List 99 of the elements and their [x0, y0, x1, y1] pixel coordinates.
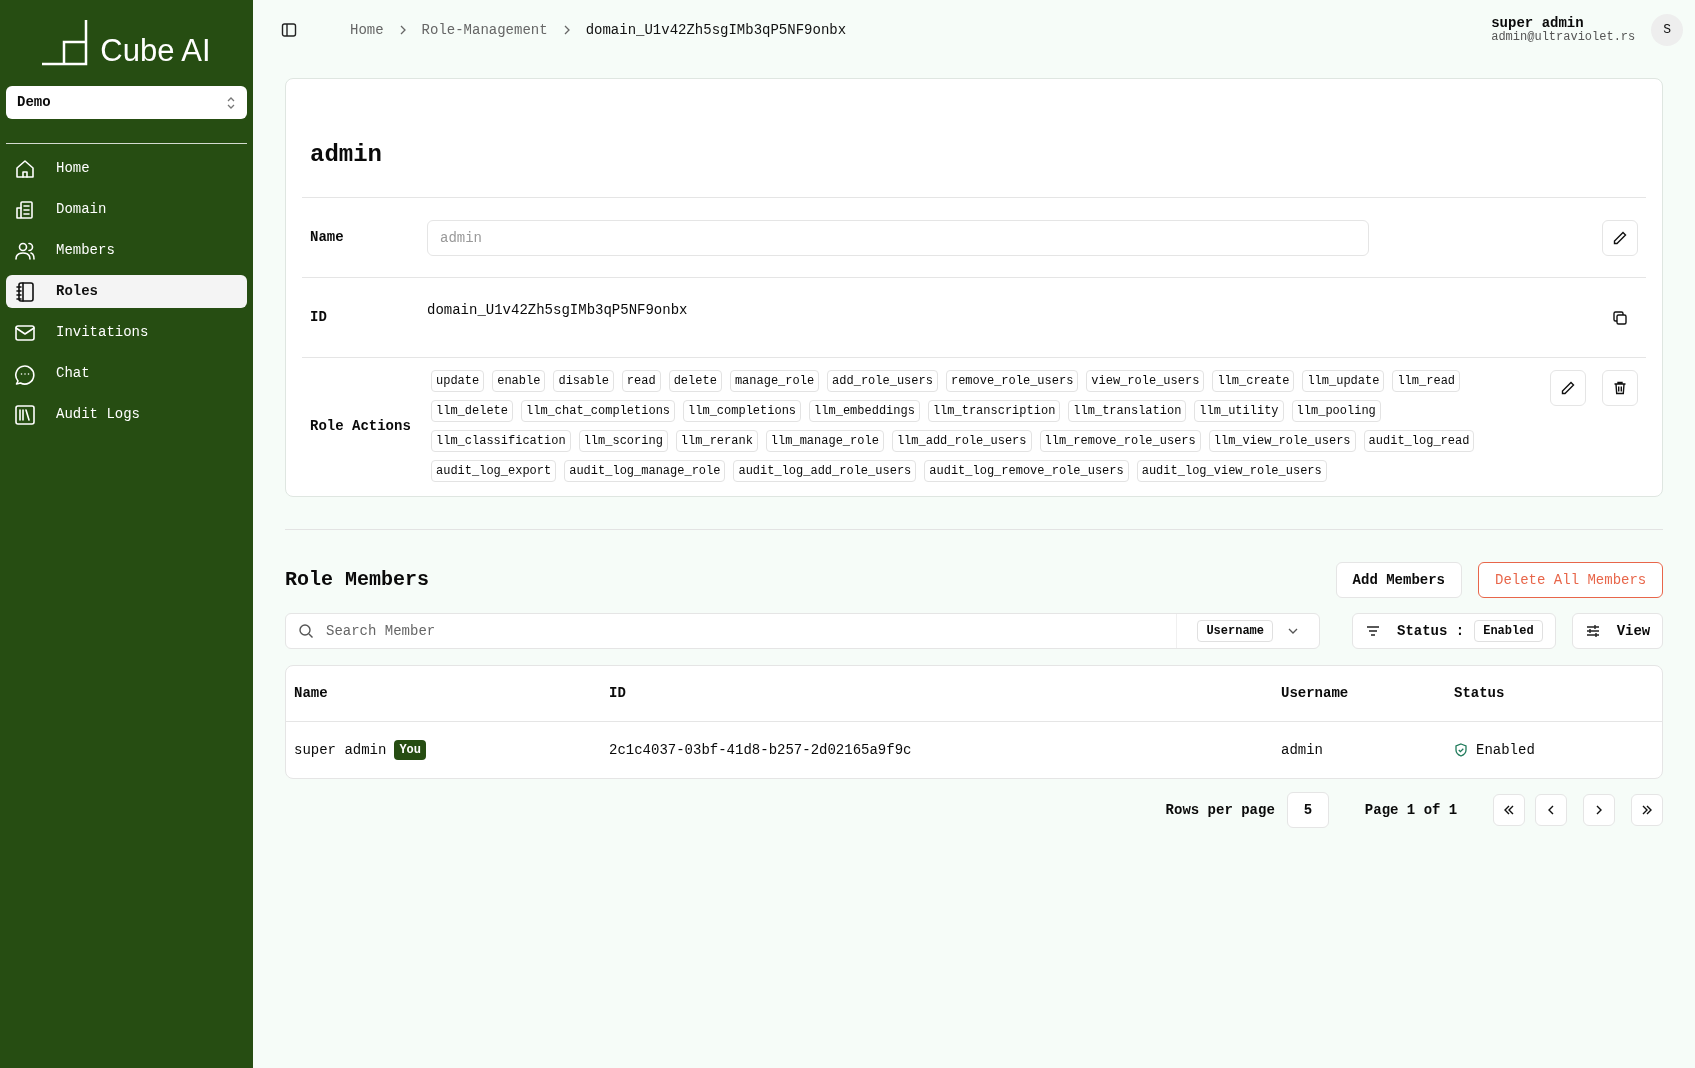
- notebook-icon: [14, 280, 36, 303]
- user-name: super admin: [1491, 16, 1584, 30]
- table-cell-text: admin: [1280, 740, 1324, 760]
- filter-by-value: Username: [1197, 620, 1273, 642]
- filter-by-select[interactable]: Username: [1176, 614, 1319, 648]
- breadcrumb-link[interactable]: Home: [350, 19, 384, 41]
- edit-button[interactable]: [1550, 370, 1587, 406]
- field-label: Name: [310, 228, 345, 247]
- filter-icon: [1365, 623, 1381, 639]
- action-tag: llm_remove_role_users: [1039, 430, 1201, 452]
- pencil-icon: [1560, 380, 1577, 396]
- role-title: admin: [302, 137, 1647, 198]
- delete-button[interactable]: [1602, 370, 1639, 406]
- nav-item[interactable]: Home: [6, 152, 247, 185]
- copy-icon[interactable]: [1612, 309, 1629, 326]
- library-icon: [14, 403, 36, 426]
- action-tag: llm_add_role_users: [891, 430, 1032, 452]
- action-tag: llm_utility: [1194, 400, 1284, 422]
- table-cell-text: 2c1c4037-03bf-41d8-b257-2d02165a9f9c: [608, 740, 913, 760]
- rows-per-page-label: Rows per page: [1165, 800, 1275, 820]
- status-filter-label: Status :: [1397, 621, 1465, 641]
- action-tag: remove_role_users: [945, 370, 1079, 392]
- action-tag: llm_completions: [683, 400, 802, 422]
- search-field[interactable]: Search Member Username: [285, 613, 1320, 649]
- sidebar-toggle-icon[interactable]: [281, 22, 297, 38]
- first-page-button[interactable]: [1493, 794, 1526, 826]
- double-chevron-left-icon: [1503, 804, 1516, 816]
- action-tag: llm_delete: [431, 400, 513, 422]
- view-button[interactable]: View: [1571, 613, 1664, 649]
- action-tag: llm_update: [1302, 370, 1385, 392]
- chevron-updown-icon: [226, 95, 236, 110]
- action-tag: manage_role: [729, 370, 820, 392]
- action-tag: audit_log_manage_role: [564, 460, 726, 482]
- action-tag: delete: [668, 370, 722, 392]
- you-badge: You: [394, 740, 427, 760]
- status-filter-button[interactable]: Status : Enabled: [1352, 613, 1556, 649]
- status-filter-value: Enabled: [1474, 620, 1543, 642]
- workspace-select[interactable]: Demo: [6, 86, 247, 119]
- column-header: Status: [1453, 684, 1506, 703]
- action-tag: audit_log_export: [431, 460, 557, 482]
- action-tag: llm_read: [1392, 370, 1461, 392]
- action-tag: llm_chat_completions: [521, 400, 676, 422]
- action-tag: audit_log_view_role_users: [1136, 460, 1327, 482]
- action-tag: disable: [553, 370, 614, 392]
- action-tag: enable: [492, 370, 546, 392]
- action-tag: llm_view_role_users: [1208, 430, 1356, 452]
- shield-check-icon: [1454, 743, 1468, 757]
- page-indicator: Page 1 of 1: [1364, 800, 1458, 820]
- action-tag: llm_translation: [1068, 400, 1187, 422]
- edit-button[interactable]: [1602, 219, 1639, 256]
- trash-icon: [1612, 380, 1629, 396]
- breadcrumb-link[interactable]: Role-Management: [421, 19, 548, 41]
- chat-bubble-icon: [14, 362, 36, 385]
- action-tag: llm_create: [1212, 370, 1295, 392]
- name-field[interactable]: admin: [427, 219, 1369, 256]
- column-header: Name: [293, 684, 329, 703]
- status-text: Enabled: [1476, 740, 1535, 760]
- previous-page-button[interactable]: [1535, 794, 1568, 826]
- action-tag: add_role_users: [827, 370, 938, 392]
- action-tag: llm_pooling: [1291, 400, 1381, 422]
- member-name: super admin: [294, 740, 387, 760]
- user-email: admin@ultraviolet.rs: [1491, 30, 1636, 44]
- add-members-button[interactable]: Add Members: [1335, 562, 1462, 598]
- column-header: ID: [608, 684, 627, 703]
- action-tag: audit_log_remove_role_users: [924, 460, 1129, 482]
- action-tag: view_role_users: [1086, 370, 1205, 392]
- pencil-icon: [1612, 229, 1629, 246]
- search-icon: [298, 623, 314, 639]
- logo-text: Cube AI: [100, 35, 211, 66]
- user-avatar[interactable]: S: [1651, 14, 1684, 46]
- action-tag: update: [431, 370, 485, 392]
- nav-item[interactable]: Roles: [6, 275, 247, 308]
- role-id: domain_U1v42Zh5sgIMb3qP5NF9onbx: [427, 301, 688, 320]
- section-title: Role Members: [285, 567, 430, 593]
- double-chevron-right-icon: [1641, 804, 1654, 816]
- column-header: Username: [1280, 684, 1350, 703]
- next-page-button[interactable]: [1583, 794, 1616, 826]
- nav-item[interactable]: Chat: [6, 357, 247, 390]
- nav-item[interactable]: Members: [6, 234, 247, 267]
- nav-item[interactable]: Invitations: [6, 316, 247, 349]
- building-icon: [14, 198, 36, 221]
- action-tag: llm_classification: [431, 430, 571, 452]
- action-tag: audit_log_read: [1363, 430, 1475, 452]
- action-tag: llm_scoring: [578, 430, 668, 452]
- action-tag: llm_embeddings: [809, 400, 920, 422]
- last-page-button[interactable]: [1631, 794, 1664, 826]
- rows-per-page-select[interactable]: 5: [1286, 792, 1329, 828]
- nav-item[interactable]: Domain: [6, 193, 247, 226]
- field-label: Role Actions: [310, 416, 412, 436]
- action-tag: llm_transcription: [927, 400, 1061, 422]
- action-tag: llm_manage_role: [765, 430, 884, 452]
- home-icon: [14, 157, 36, 180]
- logo-icon: [42, 18, 89, 66]
- nav-item[interactable]: Audit Logs: [6, 398, 247, 431]
- sliders-icon: [1584, 623, 1601, 639]
- action-tag: audit_log_add_role_users: [733, 460, 917, 482]
- field-label: ID: [310, 308, 328, 327]
- action-tag: read: [621, 370, 661, 392]
- action-tag: llm_rerank: [675, 430, 758, 452]
